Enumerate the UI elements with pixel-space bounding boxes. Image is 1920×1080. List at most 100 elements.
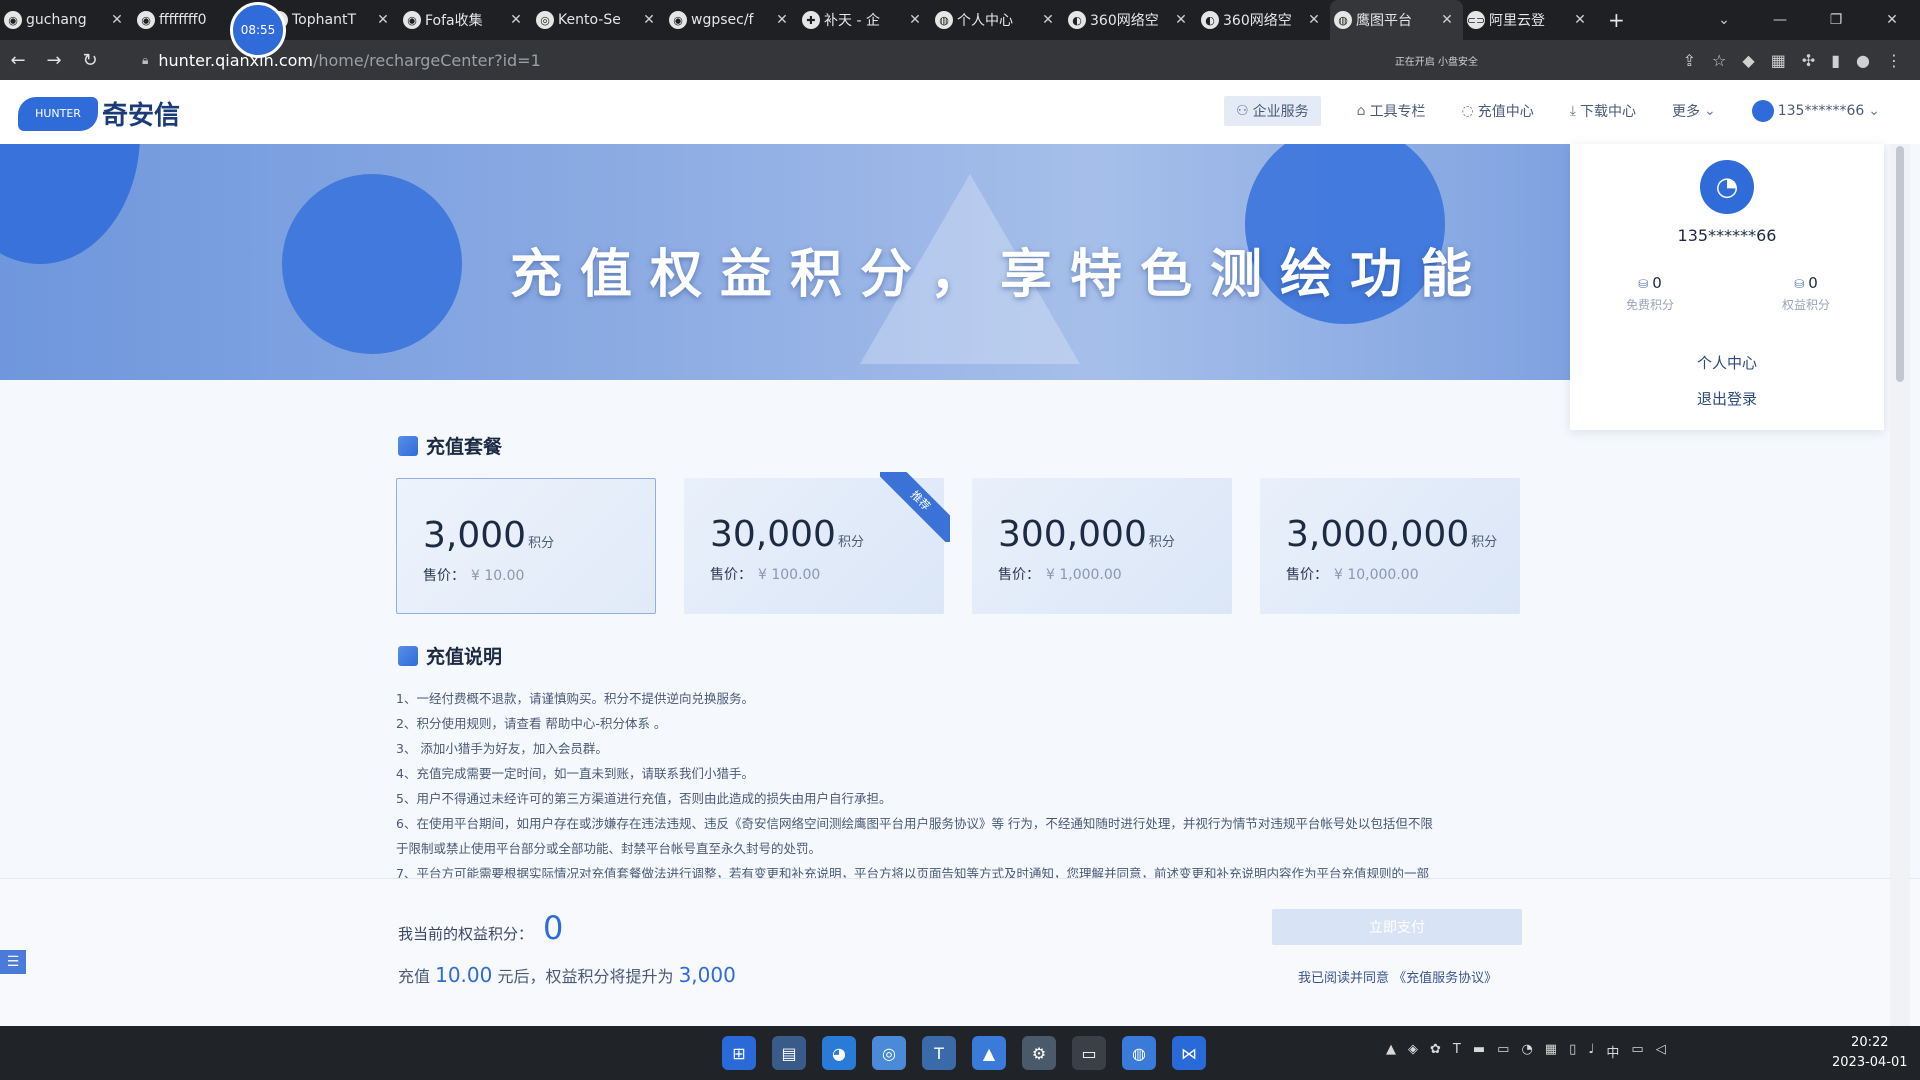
- packages-section-title: 充值套餐: [398, 432, 502, 459]
- tab-close-icon[interactable]: ✕: [907, 12, 923, 28]
- back-icon[interactable]: ←: [0, 50, 36, 71]
- avatar: [1751, 100, 1774, 122]
- puzzle-icon[interactable]: ✣: [1802, 51, 1815, 70]
- chat-icon[interactable]: ▭: [1497, 1042, 1509, 1061]
- personal-center-link[interactable]: 个人中心: [1570, 352, 1884, 373]
- 360-icon: ◐: [1201, 11, 1219, 29]
- package-card[interactable]: 3,000 积分 售价： ¥ 10.00: [396, 478, 656, 614]
- battery-icon[interactable]: ▯: [1569, 1042, 1576, 1061]
- browser-tab[interactable]: ◉ guchang ✕: [0, 0, 133, 40]
- tab-close-icon[interactable]: ✕: [1439, 12, 1455, 28]
- browser-tab[interactable]: ◐ 360网络空 ✕: [1197, 0, 1330, 40]
- tab-close-icon[interactable]: ✕: [375, 12, 391, 28]
- restore-icon[interactable]: ❐: [1808, 12, 1864, 28]
- scrollbar-thumb[interactable]: [1896, 146, 1904, 382]
- toolbar-icons: ⇪ ☆ ◆ ▦ ✣ ▮ ● ⋮: [1683, 51, 1920, 70]
- tab-close-icon[interactable]: ✕: [1306, 12, 1322, 28]
- taskbar-clock[interactable]: 20:22 2023-04-01: [1832, 1033, 1908, 1073]
- package-card[interactable]: 300,000 积分 售价： ¥ 1,000.00: [972, 478, 1232, 614]
- page-scrollbar[interactable]: [1890, 144, 1910, 1026]
- nav-tools[interactable]: ⌂ 工具专栏: [1357, 101, 1426, 121]
- photos-icon[interactable]: ▲: [972, 1036, 1006, 1070]
- steam-icon[interactable]: ⚙: [1022, 1036, 1056, 1070]
- nav-label: 更多: [1671, 104, 1700, 120]
- tab-label: 阿里云登: [1489, 13, 1545, 29]
- tab-close-icon[interactable]: ✕: [641, 12, 657, 28]
- chrome-icon[interactable]: ◎: [872, 1036, 906, 1070]
- tab-close-icon[interactable]: ✕: [774, 12, 790, 28]
- toolbox-icon: ⌂: [1356, 103, 1366, 119]
- points-icon: ⛁: [1794, 277, 1805, 291]
- tray-app-icon[interactable]: ▬: [1473, 1042, 1485, 1061]
- browser-tab[interactable]: ◍ 个人中心 ✕: [931, 0, 1064, 40]
- browser-tab-active[interactable]: ◍ 鹰图平台 ✕: [1330, 0, 1463, 40]
- ime-indicator[interactable]: 中: [1606, 1042, 1619, 1061]
- github-icon: ◉: [137, 11, 155, 29]
- minimize-icon[interactable]: —: [1752, 12, 1808, 28]
- agreement-link[interactable]: 我已阅读并同意 《充值服务协议》: [1298, 967, 1497, 986]
- tab-close-icon[interactable]: ✕: [1572, 12, 1588, 28]
- note-line: 5、用户不得通过未经许可的第三方渠道进行充值，否则由此造成的损失由用户自行承担。: [396, 791, 892, 806]
- browser-tab[interactable]: ◐ 360网络空 ✕: [1064, 0, 1197, 40]
- profile-icon[interactable]: ●: [1856, 51, 1870, 70]
- network-icon[interactable]: ▭: [1631, 1042, 1643, 1061]
- nav-user[interactable]: 135******66 ⌄: [1751, 100, 1880, 122]
- address-bar[interactable]: 🔒︎ hunter.qianxin.com/home/rechargeCente…: [128, 45, 1628, 75]
- nav-enterprise[interactable]: ⚇ 企业服务: [1224, 96, 1321, 126]
- tray-app-icon[interactable]: ▦: [1545, 1042, 1557, 1061]
- tray-app-icon[interactable]: T: [1453, 1042, 1461, 1061]
- pay-button[interactable]: 立即支付: [1272, 909, 1522, 945]
- mic-icon[interactable]: ♩: [1588, 1042, 1594, 1061]
- package-card[interactable]: 推荐 30,000 积分 售价： ¥ 100.00: [684, 472, 950, 614]
- logout-link[interactable]: 退出登录: [1570, 388, 1884, 409]
- terminal-icon[interactable]: ▭: [1072, 1036, 1106, 1070]
- tab-close-icon[interactable]: ✕: [109, 12, 125, 28]
- extension-icon[interactable]: ◆: [1742, 51, 1754, 70]
- tab-label: guchang: [26, 12, 87, 28]
- vscode-icon[interactable]: ⋈: [1172, 1036, 1206, 1070]
- chevron-down-icon: ⌄: [1703, 103, 1716, 119]
- app-icon[interactable]: ◍: [1122, 1036, 1156, 1070]
- menu-kebab-icon[interactable]: ⋮: [1886, 51, 1902, 70]
- share-icon[interactable]: ⇪: [1683, 51, 1696, 70]
- file-explorer-icon[interactable]: ▤: [772, 1036, 806, 1070]
- browser-tab[interactable]: ◎ Kento-Se ✕: [532, 0, 665, 40]
- reload-icon[interactable]: ↻: [72, 50, 108, 71]
- browser-tab[interactable]: ◉ Fofa收集 ✕: [399, 0, 532, 40]
- browser-tab[interactable]: ✚ 补天 - 企 ✕: [798, 0, 931, 40]
- tray-app-icon[interactable]: ▲: [1386, 1042, 1396, 1061]
- site-logo[interactable]: HUNTER 奇安信: [18, 95, 180, 132]
- volume-icon[interactable]: ◁: [1656, 1042, 1666, 1061]
- package-card[interactable]: 3,000,000 积分 售价： ¥ 10,000.00: [1260, 478, 1520, 614]
- banner-title: 充值权益积分，享特色测绘功能: [510, 245, 1491, 305]
- side-menu-icon[interactable]: ☰: [0, 950, 26, 974]
- forward-icon[interactable]: →: [36, 50, 72, 71]
- nav-more[interactable]: 更多 ⌄: [1672, 101, 1716, 121]
- browser-tab[interactable]: ⊂⊃ 阿里云登 ✕: [1463, 0, 1596, 40]
- edge-icon[interactable]: ◕: [822, 1036, 856, 1070]
- logo-text: 奇安信: [102, 101, 181, 131]
- nav-label: 企业服务: [1252, 104, 1309, 120]
- nav-download[interactable]: ⤓ 下载中心: [1570, 101, 1636, 121]
- browser-tab[interactable]: ◉ wgpsec/f ✕: [665, 0, 798, 40]
- tab-close-icon[interactable]: ✕: [508, 12, 524, 28]
- wechat-icon[interactable]: ◔: [1521, 1042, 1532, 1061]
- close-window-icon[interactable]: ✕: [1864, 12, 1920, 28]
- browser-tab[interactable]: ◉TophantT✕: [266, 0, 399, 40]
- bookmark-star-icon[interactable]: ☆: [1712, 51, 1726, 70]
- shield-icon[interactable]: ◈: [1408, 1042, 1418, 1061]
- note-line: 1、一经付费概不退款，请谨慎购买。积分不提供逆向兑换服务。: [396, 691, 754, 706]
- sidepanel-icon[interactable]: ▮: [1831, 51, 1840, 70]
- tab-close-icon[interactable]: ✕: [1173, 12, 1189, 28]
- package-amount: 300,000: [998, 514, 1147, 555]
- hunter-icon: ◍: [1334, 11, 1352, 29]
- tab-search-icon[interactable]: ⌄: [1696, 12, 1752, 28]
- notes-section-title: 充值说明: [398, 642, 502, 669]
- new-tab-icon[interactable]: +: [1596, 8, 1637, 32]
- tray-app-icon[interactable]: ✿: [1430, 1042, 1441, 1061]
- start-icon[interactable]: ⊞: [722, 1036, 756, 1070]
- tab-close-icon[interactable]: ✕: [1040, 12, 1056, 28]
- translate-icon[interactable]: ▦: [1771, 51, 1786, 70]
- nav-recharge[interactable]: ◌ 充值中心: [1462, 101, 1534, 121]
- typora-icon[interactable]: T: [922, 1036, 956, 1070]
